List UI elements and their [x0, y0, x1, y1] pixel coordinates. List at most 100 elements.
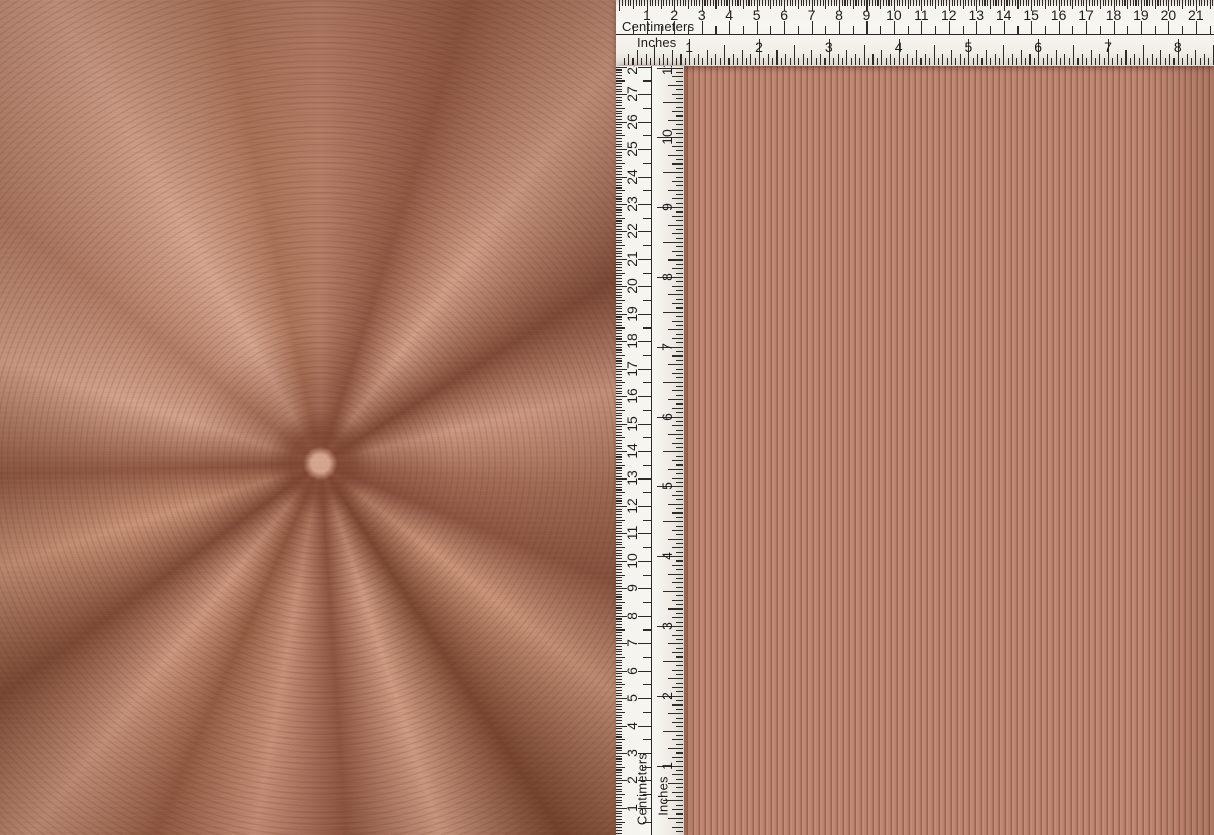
inch-tick — [676, 421, 683, 422]
cm-tick — [726, 0, 727, 6]
cm-tick — [616, 402, 622, 403]
cm-tick — [616, 736, 622, 737]
cm-tick — [616, 761, 622, 762]
cm-tick — [616, 267, 622, 268]
inch-tick — [1195, 50, 1196, 65]
cm-number: 24 — [625, 169, 639, 185]
inch-number: 7 — [660, 343, 674, 351]
inch-tick — [672, 303, 683, 304]
cm-tick — [643, 739, 651, 740]
cm-tick — [616, 124, 622, 125]
inch-tick — [981, 58, 982, 65]
cm-tick — [616, 207, 622, 208]
cm-tick — [616, 772, 622, 773]
cm-tick — [965, 0, 966, 6]
cm-tick — [979, 0, 980, 6]
cm-tick — [616, 229, 622, 230]
cm-tick — [616, 391, 622, 392]
inch-tick — [672, 460, 683, 461]
cm-number: 18 — [625, 333, 639, 349]
cm-tick — [616, 105, 622, 106]
inch-tick — [781, 58, 782, 65]
inch-number: 5 — [660, 482, 674, 490]
inch-tick — [628, 54, 629, 65]
cm-tick — [1026, 0, 1027, 6]
fabric-flat-swatch — [616, 0, 1214, 835]
cm-tick — [916, 0, 917, 6]
inch-tick — [668, 539, 683, 540]
cm-tick — [661, 0, 662, 9]
inch-tick — [960, 54, 961, 65]
inch-tick — [672, 321, 683, 322]
inch-tick — [676, 290, 683, 291]
inch-tick — [1047, 54, 1048, 65]
cm-tick — [616, 621, 622, 622]
inch-tick — [785, 54, 786, 65]
cm-tick — [891, 0, 892, 6]
inch-number: 8 — [1174, 40, 1182, 54]
cm-tick — [1028, 0, 1029, 6]
cm-tick — [616, 127, 622, 128]
cm-tick — [616, 179, 622, 180]
cm-tick — [630, 0, 631, 6]
inch-number: 2 — [660, 692, 674, 700]
inch-tick — [672, 792, 683, 793]
cm-tick — [795, 0, 796, 6]
cm-tick — [995, 0, 996, 6]
inch-tick — [676, 464, 683, 465]
cm-tick — [643, 547, 651, 548]
cm-tick — [616, 220, 622, 221]
inch-number: 1 — [660, 762, 674, 770]
cm-number: 1 — [643, 8, 651, 22]
cm-tick — [661, 26, 662, 34]
cm-tick — [1083, 0, 1084, 6]
cm-tick — [616, 662, 622, 663]
inch-tick — [672, 216, 683, 217]
inch-tick — [1091, 50, 1092, 65]
inch-tick — [676, 177, 683, 178]
inch-tick — [672, 547, 683, 548]
inch-tick — [920, 58, 921, 65]
cm-tick — [616, 514, 622, 515]
cm-number: 18 — [1106, 8, 1122, 22]
cm-tick — [616, 564, 622, 565]
cm-tick — [1155, 26, 1156, 34]
cm-tick — [616, 248, 622, 249]
cm-tick — [616, 237, 622, 238]
cm-tick — [616, 522, 622, 523]
cm-tick — [616, 454, 622, 455]
cm-tick — [616, 446, 622, 447]
cm-number: 7 — [808, 8, 816, 22]
cm-tick — [616, 607, 622, 608]
cm-tick — [616, 223, 622, 224]
inch-tick — [676, 360, 683, 361]
cm-tick — [1179, 0, 1180, 6]
cm-tick — [616, 171, 622, 172]
cm-tick — [616, 152, 622, 153]
cm-number: 5 — [625, 694, 639, 702]
cm-tick — [740, 0, 741, 6]
inch-tick — [672, 652, 683, 653]
cm-tick — [616, 113, 622, 114]
cm-tick — [683, 0, 684, 6]
cm-tick — [875, 0, 876, 6]
cm-tick — [825, 26, 826, 34]
inch-tick — [668, 225, 683, 226]
cm-tick — [616, 591, 622, 592]
inch-tick — [1073, 45, 1074, 65]
cm-tick — [616, 256, 622, 257]
cm-number: 15 — [625, 416, 639, 432]
inch-tick — [672, 478, 683, 479]
cm-tick — [957, 0, 958, 6]
cm-tick — [616, 618, 622, 619]
inch-tick — [676, 386, 683, 387]
inch-number: 8 — [660, 273, 674, 281]
cm-tick — [616, 418, 622, 419]
cm-tick — [616, 586, 622, 587]
cm-tick — [616, 550, 622, 551]
cm-tick — [616, 435, 622, 436]
cm-tick — [1199, 0, 1200, 6]
inch-tick — [672, 827, 683, 828]
cm-tick — [616, 336, 622, 337]
inch-tick — [1021, 50, 1022, 65]
